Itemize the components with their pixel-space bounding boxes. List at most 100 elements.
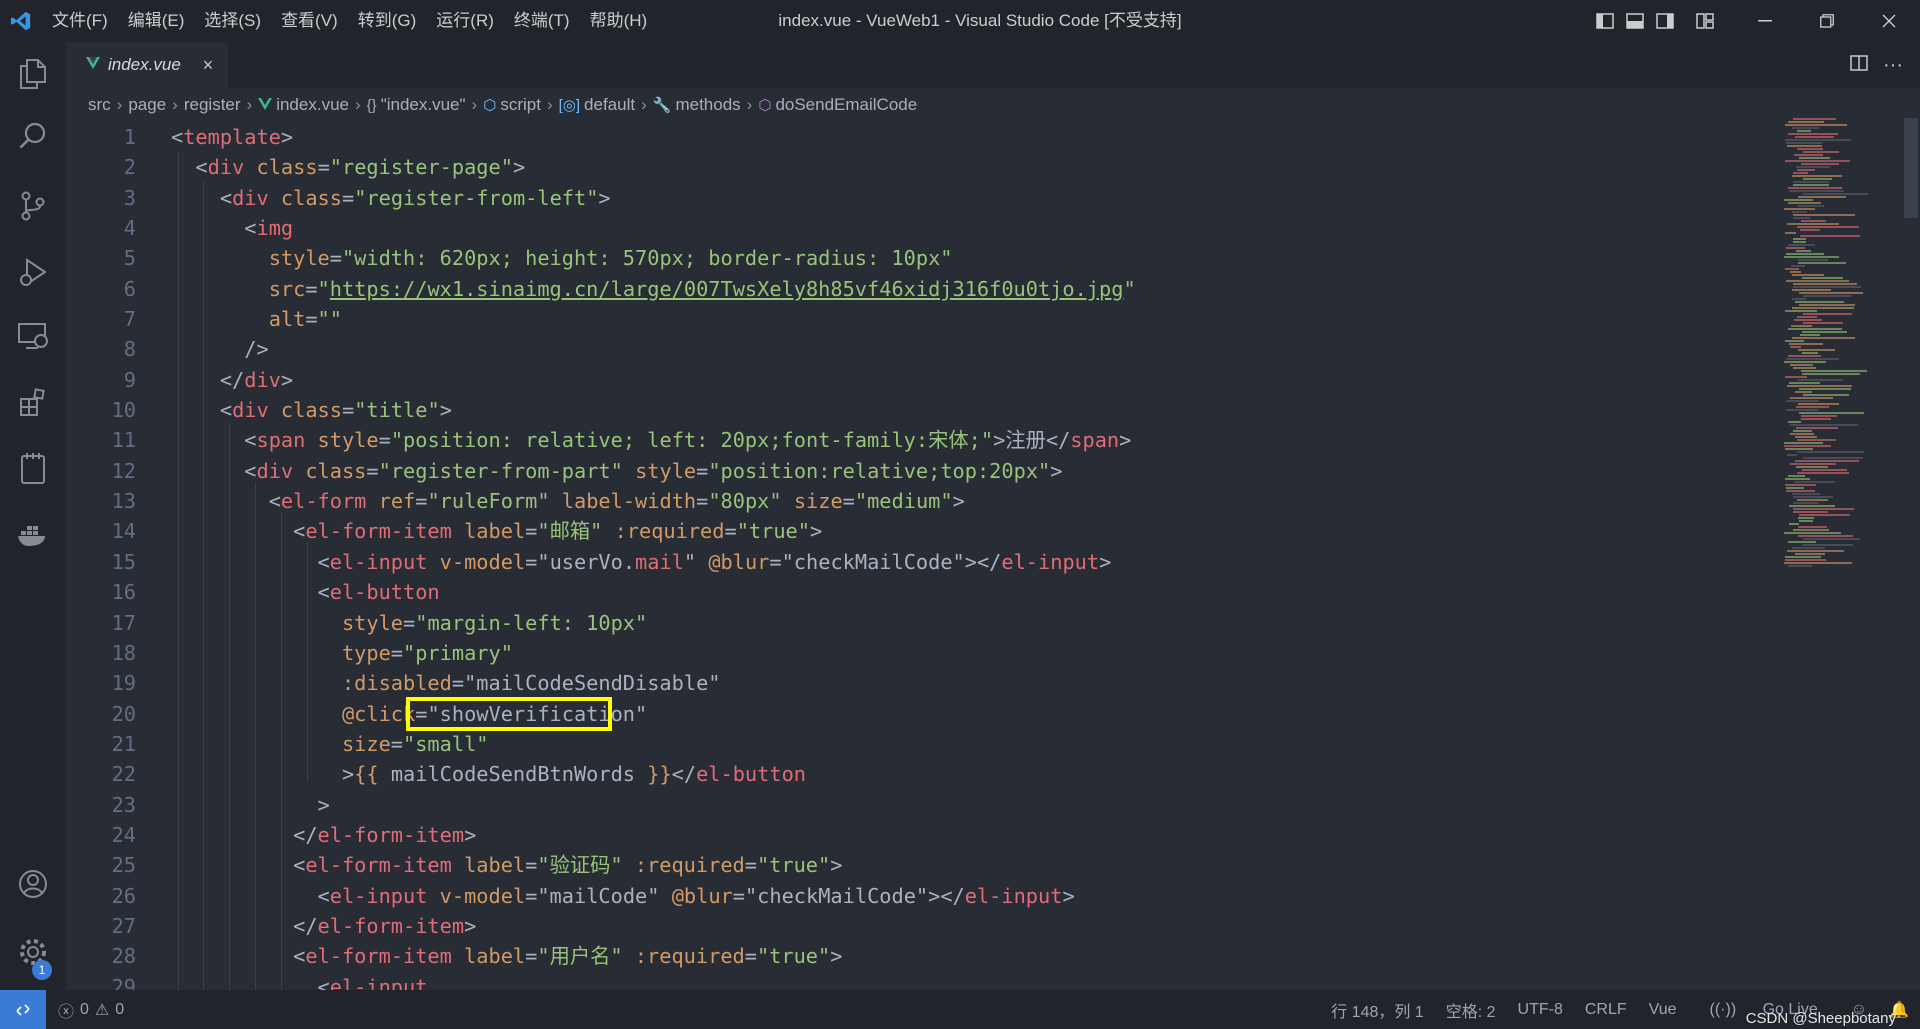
wrench-icon: 🔧 bbox=[652, 97, 672, 114]
minimap-line bbox=[1792, 211, 1807, 213]
minimize-icon[interactable] bbox=[1734, 0, 1796, 42]
breadcrumb: src › page › register › index.vue › {} "i… bbox=[66, 88, 1920, 122]
minimap-line bbox=[1802, 544, 1853, 546]
menu-go[interactable]: 转到(G) bbox=[348, 0, 427, 42]
minimap-line bbox=[1793, 217, 1810, 219]
code-line-6: src="https://wx1.sinaimg.cn/large/007Tws… bbox=[268, 276, 1136, 301]
encoding[interactable]: UTF-8 bbox=[1518, 1001, 1563, 1019]
menu-file[interactable]: 文件(F) bbox=[42, 0, 118, 42]
tab-index-vue[interactable]: index.vue × bbox=[66, 42, 228, 88]
more-actions-icon[interactable]: ··· bbox=[1876, 54, 1910, 77]
menu-run[interactable]: 运行(R) bbox=[426, 0, 504, 42]
breadcrumb-default[interactable]: [◎] default bbox=[559, 95, 635, 115]
minimap-line bbox=[1802, 469, 1847, 471]
breadcrumb-index-vue[interactable]: index.vue bbox=[258, 95, 349, 115]
toggle-panel-icon[interactable] bbox=[1620, 0, 1650, 42]
minimap-line bbox=[1793, 367, 1816, 369]
minimap-line bbox=[1797, 439, 1836, 441]
minimap-line bbox=[1797, 169, 1815, 171]
toggle-primary-sidebar-icon[interactable] bbox=[1590, 0, 1620, 42]
code-line-18: type="primary" bbox=[341, 640, 513, 665]
problems-indicator[interactable]: ⓧ 0 ⚠ 0 bbox=[58, 998, 124, 1022]
minimap-line bbox=[1801, 220, 1826, 222]
minimap-line bbox=[1802, 277, 1843, 279]
minimap-line bbox=[1788, 475, 1805, 477]
minimap-line bbox=[1795, 136, 1834, 138]
minimap-line bbox=[1793, 502, 1818, 504]
warning-icon: ⚠ bbox=[94, 1001, 110, 1019]
minimap-line bbox=[1800, 334, 1820, 336]
language-mode[interactable]: Vue bbox=[1649, 1001, 1677, 1019]
search-icon[interactable] bbox=[13, 116, 53, 156]
minimap-line bbox=[1793, 181, 1829, 183]
close-window-icon[interactable] bbox=[1858, 0, 1920, 42]
menu-view[interactable]: 查看(V) bbox=[271, 0, 348, 42]
code-line-8: /> bbox=[244, 337, 269, 362]
close-icon[interactable]: × bbox=[203, 55, 214, 76]
breadcrumb-doSendEmailCode[interactable]: ⬡ doSendEmailCode bbox=[758, 95, 917, 115]
minimap-line bbox=[1792, 547, 1825, 549]
source-control-icon[interactable] bbox=[13, 186, 53, 226]
minimap-line bbox=[1790, 433, 1814, 435]
minimap-line bbox=[1784, 442, 1823, 444]
split-editor-icon[interactable] bbox=[1842, 54, 1876, 77]
chevron-right-icon: › bbox=[172, 95, 178, 114]
minimap-line bbox=[1798, 262, 1846, 264]
breadcrumb-page[interactable]: page bbox=[128, 95, 166, 115]
notebook-icon[interactable] bbox=[13, 448, 53, 488]
minimap-line bbox=[1788, 244, 1815, 246]
chevron-right-icon: › bbox=[116, 95, 123, 114]
minimap-line bbox=[1785, 310, 1817, 312]
breadcrumb-script[interactable]: ⬡ script bbox=[483, 95, 541, 115]
end-of-line[interactable]: CRLF bbox=[1585, 1001, 1627, 1019]
minimap-line bbox=[1796, 427, 1838, 429]
minimap-line bbox=[1803, 151, 1839, 153]
extensions-icon[interactable] bbox=[13, 382, 53, 422]
indentation[interactable]: 空格: 2 bbox=[1446, 998, 1496, 1022]
minimap[interactable] bbox=[1782, 118, 1902, 578]
warning-count: 0 bbox=[115, 1000, 125, 1018]
chevron-right-icon: › bbox=[746, 95, 753, 114]
restore-icon[interactable] bbox=[1796, 0, 1858, 42]
minimap-line bbox=[1792, 274, 1824, 276]
minimap-line bbox=[1795, 436, 1817, 438]
minimap-line bbox=[1791, 325, 1812, 327]
menu-terminal[interactable]: 终端(T) bbox=[504, 0, 580, 42]
line-number: 23 bbox=[111, 792, 136, 817]
breadcrumb-sfc[interactable]: {} "index.vue" bbox=[367, 95, 466, 115]
accounts-icon[interactable] bbox=[13, 864, 53, 904]
run-debug-icon[interactable] bbox=[13, 252, 53, 292]
menu-selection[interactable]: 选择(S) bbox=[194, 0, 271, 42]
line-number: 3 bbox=[123, 185, 136, 210]
minimap-line bbox=[1786, 490, 1815, 492]
remote-explorer-icon[interactable] bbox=[13, 316, 53, 356]
minimap-line bbox=[1790, 346, 1801, 348]
breadcrumb-src[interactable]: src bbox=[88, 95, 111, 115]
minimap-line bbox=[1792, 493, 1820, 495]
vscode-logo-icon bbox=[0, 0, 42, 42]
line-number: 12 bbox=[111, 458, 136, 483]
line-number: 25 bbox=[111, 853, 136, 878]
line-number: 8 bbox=[123, 337, 136, 362]
code-editor[interactable]: 1 2 3 4 5 6 7 8 9 10 11 12 13 14 15 16 1… bbox=[66, 122, 1901, 990]
line-number: 24 bbox=[111, 822, 136, 847]
code-line-17: style="margin-left: 10px" bbox=[341, 610, 648, 635]
remote-indicator-icon[interactable] bbox=[0, 990, 46, 1029]
scroll-thumb[interactable] bbox=[1904, 118, 1918, 218]
vertical-scrollbar[interactable] bbox=[1902, 118, 1920, 990]
minimap-line bbox=[1784, 445, 1831, 447]
customize-layout-icon[interactable] bbox=[1690, 0, 1720, 42]
menu-bar: 文件(F) 编辑(E) 选择(S) 查看(V) 转到(G) 运行(R) 终端(T… bbox=[42, 0, 657, 42]
minimap-line bbox=[1786, 409, 1818, 411]
explorer-icon[interactable] bbox=[13, 54, 53, 94]
docker-icon[interactable] bbox=[13, 514, 53, 554]
cursor-position[interactable]: 行 148，列 1 bbox=[1331, 998, 1424, 1022]
code-line-28: <el-form-item label="用户名" :required="tru… bbox=[293, 944, 843, 969]
line-number: 19 bbox=[111, 671, 136, 696]
breadcrumb-methods[interactable]: 🔧 methods bbox=[653, 95, 741, 115]
menu-help[interactable]: 帮助(H) bbox=[580, 0, 658, 42]
breadcrumb-register[interactable]: register bbox=[184, 95, 241, 115]
vue-icon bbox=[86, 56, 100, 74]
toggle-secondary-sidebar-icon[interactable] bbox=[1650, 0, 1680, 42]
menu-edit[interactable]: 编辑(E) bbox=[118, 0, 195, 42]
